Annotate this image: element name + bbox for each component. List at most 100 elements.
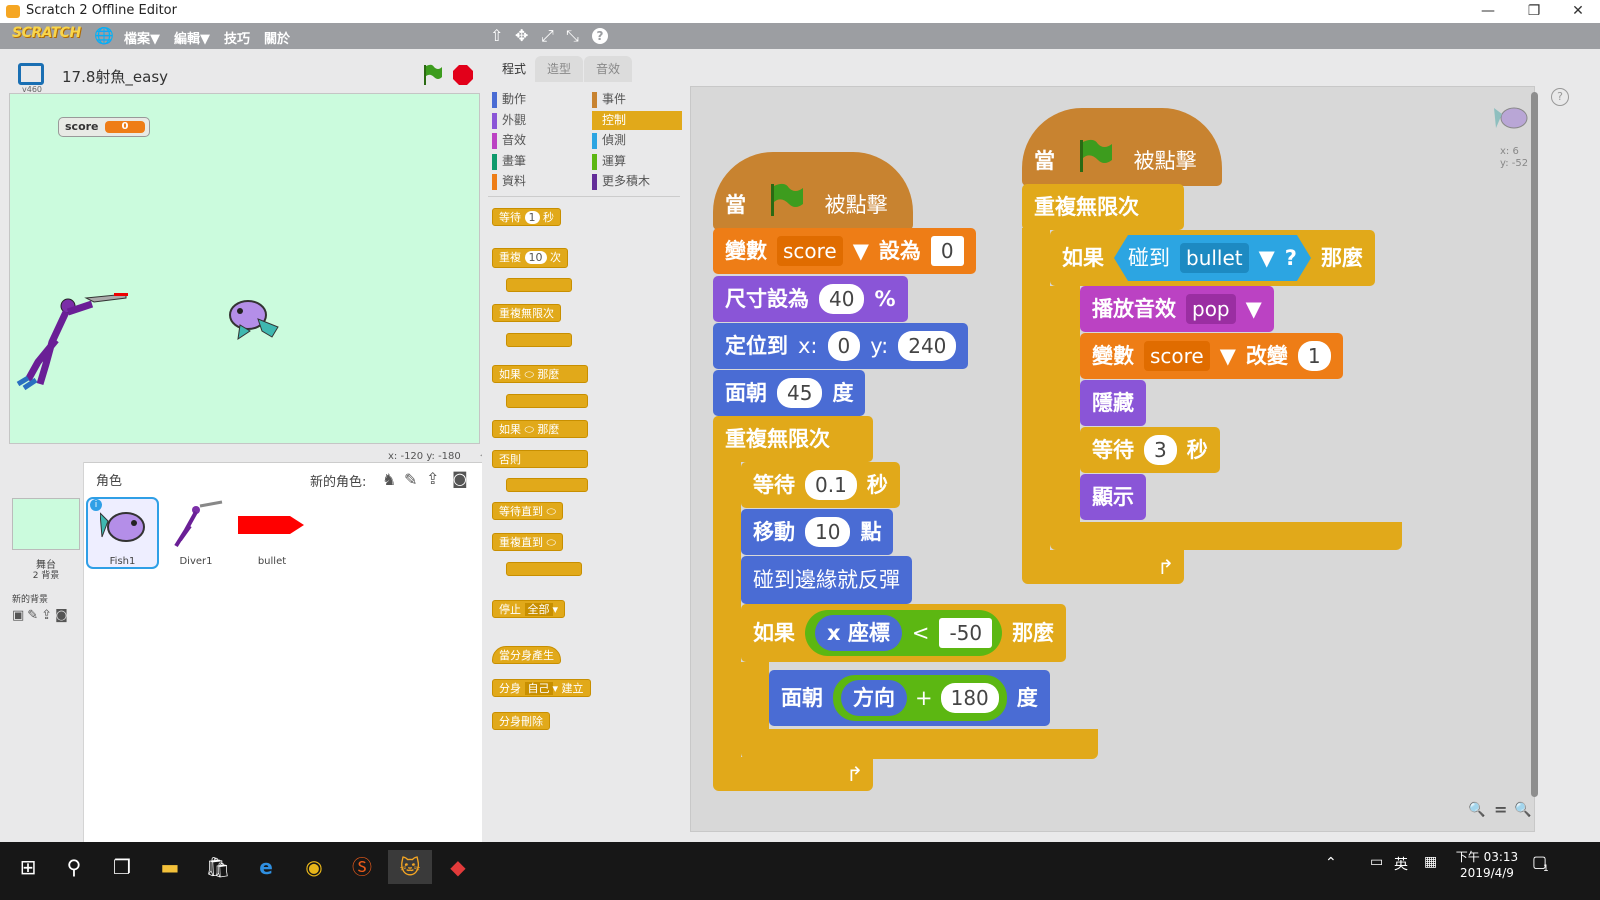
store-icon[interactable]: 🛍 xyxy=(196,850,240,884)
menu-tips[interactable]: 技巧 xyxy=(224,28,250,47)
stage-canvas[interactable] xyxy=(9,93,480,444)
point-direction-expr-block[interactable]: 面朝 方向 + 180 度 xyxy=(769,670,1050,726)
category-2[interactable]: 外觀 xyxy=(492,111,526,130)
palette-wait-block[interactable]: 等待 1 秒 xyxy=(492,208,561,226)
close-button[interactable]: ✕ xyxy=(1555,0,1600,23)
category-9[interactable]: 更多積木 xyxy=(592,172,650,191)
project-title[interactable]: 17.8射魚_easy xyxy=(62,66,168,87)
shrink-icon[interactable]: ⤡ xyxy=(566,26,579,46)
show-block[interactable]: 顯示 xyxy=(1080,474,1146,520)
palette-repeat-until-block[interactable]: 重複直到 ⬭ xyxy=(492,533,563,551)
zoom-reset-button[interactable]: = xyxy=(1494,800,1507,819)
diver-sprite[interactable] xyxy=(16,292,136,392)
when-flag-clicked-hat-1[interactable]: 當 被點擊 xyxy=(713,152,913,230)
duplicate-icon[interactable]: ⇧ xyxy=(490,26,503,45)
goto-xy-block[interactable]: 定位到 x: 0 y: 240 xyxy=(713,323,969,369)
scratch-taskbar-icon[interactable]: 🐱 xyxy=(388,850,432,884)
backdrop-tools-icons[interactable]: ▣✎⇪◙ xyxy=(12,608,71,623)
category-swatch xyxy=(592,174,597,190)
category-4[interactable]: 音效 xyxy=(492,131,526,150)
menu-edit[interactable]: 編輯▼ xyxy=(174,28,210,47)
move-steps-block[interactable]: 移動 10 點 xyxy=(741,509,894,555)
app-icon-s[interactable]: Ⓢ xyxy=(340,850,384,884)
ime-icon[interactable]: ▦ xyxy=(1424,854,1437,870)
green-flag-icon[interactable] xyxy=(422,63,442,85)
set-size-block[interactable]: 尺寸設為 40% xyxy=(713,276,908,322)
category-8[interactable]: 資料 xyxy=(492,172,526,191)
windows-start-icon[interactable]: ⊞ xyxy=(6,850,50,884)
camera-icon[interactable]: ◙ xyxy=(452,469,468,488)
zoom-out-icon[interactable]: 🔍 xyxy=(1468,802,1485,818)
language-indicator[interactable]: 英 xyxy=(1394,854,1408,874)
menu-about[interactable]: 關於 xyxy=(264,28,290,47)
x-position-reporter[interactable]: x 座標 xyxy=(815,615,902,651)
network-icon[interactable]: ▭ xyxy=(1370,854,1383,870)
taskbar-date[interactable]: 2019/4/9 xyxy=(1452,866,1522,880)
tab-sounds[interactable]: 音效 xyxy=(584,56,633,82)
wait-block-1[interactable]: 等待 0.1 秒 xyxy=(741,462,900,508)
if-block-2[interactable]: 如果 碰到 bullet ▼ ? 那麼 xyxy=(1050,230,1375,286)
change-variable-block[interactable]: 變數 score ▼ 改變 1 xyxy=(1080,333,1343,379)
cut-icon[interactable]: ✥ xyxy=(515,26,528,45)
point-direction-block[interactable]: 面朝 45 度 xyxy=(713,370,866,416)
bounce-on-edge-block[interactable]: 碰到邊緣就反彈 xyxy=(741,556,912,604)
wait-block-2[interactable]: 等待 3 秒 xyxy=(1080,427,1220,473)
palette-wait-until-block[interactable]: 等待直到 ⬭ xyxy=(492,502,563,520)
chrome-icon[interactable]: ◉ xyxy=(292,850,336,884)
tray-chevron-icon[interactable]: ⌃ xyxy=(1325,855,1337,871)
fish-sprite[interactable] xyxy=(228,297,280,341)
fullscreen-icon[interactable] xyxy=(18,63,44,85)
when-flag-clicked-hat-2[interactable]: 當 被點擊 xyxy=(1022,108,1222,186)
touching-dropdown[interactable]: bullet xyxy=(1180,243,1249,273)
palette-repeat-block[interactable]: 重複 10 次 xyxy=(492,248,568,268)
palette-delete-clone-block[interactable]: 分身刪除 xyxy=(492,712,550,730)
palette-if-else-block[interactable]: 如果 ⬭ 那麼 xyxy=(492,420,588,438)
minimize-button[interactable]: — xyxy=(1465,0,1511,23)
if-block-1[interactable]: 如果 x 座標 < -50 那麼 xyxy=(741,604,1067,662)
category-label: 音效 xyxy=(502,133,527,147)
category-6[interactable]: 畫筆 xyxy=(492,152,526,171)
touching-sensor[interactable]: 碰到 bullet ▼ ? xyxy=(1114,235,1311,281)
grow-icon[interactable]: ⤢ xyxy=(541,26,554,46)
direction-reporter[interactable]: 方向 xyxy=(841,680,907,716)
stop-icon[interactable] xyxy=(452,64,474,86)
task-view-icon[interactable]: ❐ xyxy=(100,850,144,884)
help-icon[interactable]: ? xyxy=(592,28,608,44)
palette-clone-start-block[interactable]: 當分身產生 xyxy=(492,646,561,664)
sprite-thumb-diver1[interactable] xyxy=(170,500,224,548)
upload-icon[interactable]: ⇪ xyxy=(426,469,439,488)
sprite-library-icon[interactable]: ♞ xyxy=(382,470,396,489)
category-0[interactable]: 動作 xyxy=(492,90,526,109)
palette-forever-block[interactable]: 重複無限次 xyxy=(492,304,561,322)
less-than-operator[interactable]: x 座標 < -50 xyxy=(805,610,1003,656)
maximize-button[interactable]: ❐ xyxy=(1511,0,1557,23)
globe-icon[interactable]: 🌐 xyxy=(94,26,114,45)
help-icon-right[interactable]: ? xyxy=(1551,88,1569,106)
hide-block[interactable]: 隱藏 xyxy=(1080,380,1146,426)
palette-stop-block[interactable]: 停止 全部 ▾ xyxy=(492,600,566,618)
vertical-scrollbar[interactable] xyxy=(1531,92,1538,797)
taskbar-time[interactable]: 下午 03:13 xyxy=(1452,848,1522,865)
sprite-thumb-bullet[interactable] xyxy=(238,514,306,536)
category-3[interactable]: 控制 xyxy=(592,110,682,130)
scratch-logo[interactable]: SCRATCH xyxy=(12,25,81,46)
category-7[interactable]: 運算 xyxy=(592,152,626,171)
stage-thumbnail[interactable] xyxy=(12,498,80,550)
category-1[interactable]: 事件 xyxy=(592,90,626,109)
zoom-in-icon[interactable]: 🔍 xyxy=(1514,802,1531,818)
tab-costumes[interactable]: 造型 xyxy=(535,56,584,82)
palette-if-block[interactable]: 如果 ⬭ 那麼 xyxy=(492,365,588,383)
file-explorer-icon[interactable]: ▬ xyxy=(148,850,192,884)
app-icon-red[interactable]: ◆ xyxy=(436,850,480,884)
paint-brush-icon[interactable]: ✎ xyxy=(404,470,417,489)
forever-block-2[interactable]: 重複無限次 xyxy=(1022,184,1184,230)
palette-create-clone-block[interactable]: 分身 自己 ▾ 建立 xyxy=(492,679,591,697)
add-operator[interactable]: 方向 + 180 xyxy=(833,675,1007,721)
search-icon[interactable]: ⚲ xyxy=(52,850,96,884)
category-5[interactable]: 偵測 xyxy=(592,131,626,150)
menu-file[interactable]: 檔案▼ xyxy=(124,28,160,47)
play-sound-block[interactable]: 播放音效 pop ▼ xyxy=(1080,286,1274,332)
set-variable-block[interactable]: 變數 score ▼ 設為 0 xyxy=(713,228,976,274)
tab-scripts[interactable]: 程式 xyxy=(490,56,539,82)
ie-icon[interactable]: e xyxy=(244,850,288,884)
